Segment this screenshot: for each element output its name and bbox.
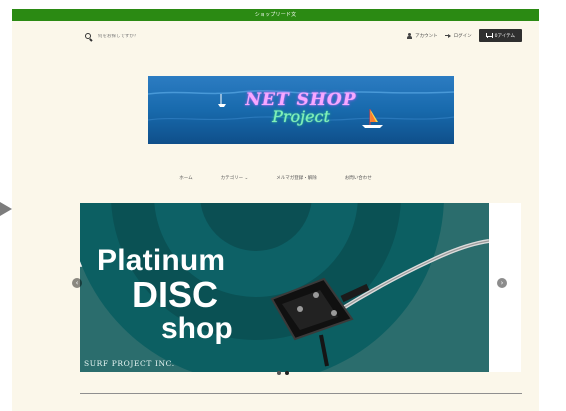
hero-title-line-1: Platinum: [97, 244, 226, 277]
content-divider: [80, 393, 522, 394]
hero-caption: SURF PROJECT INC.: [84, 359, 175, 368]
person-icon: [406, 32, 412, 39]
nav-categories[interactable]: カテゴリー ⌄: [221, 175, 249, 181]
hero-slider[interactable]: Platinum DISC shop SURF PROJECT INC.: [80, 203, 521, 372]
slider-prev-button[interactable]: ‹: [72, 278, 82, 288]
search-input[interactable]: [98, 33, 208, 39]
announcement-bar: ショップリード文: [12, 9, 539, 21]
search-form: [85, 31, 225, 41]
header-actions: アカウント ログイン 0アイテム: [406, 29, 522, 42]
account-link[interactable]: アカウント: [406, 32, 438, 39]
cart-button[interactable]: 0アイテム: [478, 29, 522, 42]
slider-next-button[interactable]: ›: [497, 278, 507, 288]
cart-label: 0アイテム: [494, 33, 515, 39]
shop-logo-banner[interactable]: NET SHOP Project: [148, 76, 454, 144]
hero-title-line-3: shop: [161, 312, 233, 345]
shop-page: ショップリード文 アカウント ログイン 0アイテム: [12, 9, 539, 411]
hero-slide-image: Platinum DISC shop SURF PROJECT INC.: [80, 203, 489, 372]
account-label: アカウント: [415, 33, 438, 39]
search-icon[interactable]: [85, 32, 92, 40]
logo-line-2: Project: [272, 107, 330, 126]
hero-side-panel: [489, 203, 521, 372]
hero-title-line-2: DISC: [132, 274, 219, 315]
announcement-text: ショップリード文: [254, 12, 297, 18]
nav-newsletter[interactable]: メルマガ登録・解除: [276, 175, 317, 181]
slider-dots: [0, 371, 566, 375]
slider-dot-1[interactable]: [277, 371, 281, 375]
chevron-right-icon: ›: [500, 279, 504, 287]
cart-icon: [485, 33, 493, 38]
login-icon: [444, 33, 451, 39]
nav-home[interactable]: ホーム: [179, 175, 192, 181]
nav-contact[interactable]: お問い合わせ: [345, 175, 372, 181]
left-pointer-icon: [0, 202, 12, 216]
login-label: ログイン: [453, 33, 472, 39]
login-link[interactable]: ログイン: [444, 33, 472, 39]
main-navigation: ホーム カテゴリー ⌄ メルマガ登録・解除 お問い合わせ: [12, 175, 539, 181]
slider-dot-2[interactable]: [285, 371, 289, 375]
chevron-left-icon: ‹: [75, 279, 79, 287]
hero-title: Platinum DISC shop: [97, 246, 233, 344]
header: アカウント ログイン 0アイテム: [12, 28, 539, 44]
